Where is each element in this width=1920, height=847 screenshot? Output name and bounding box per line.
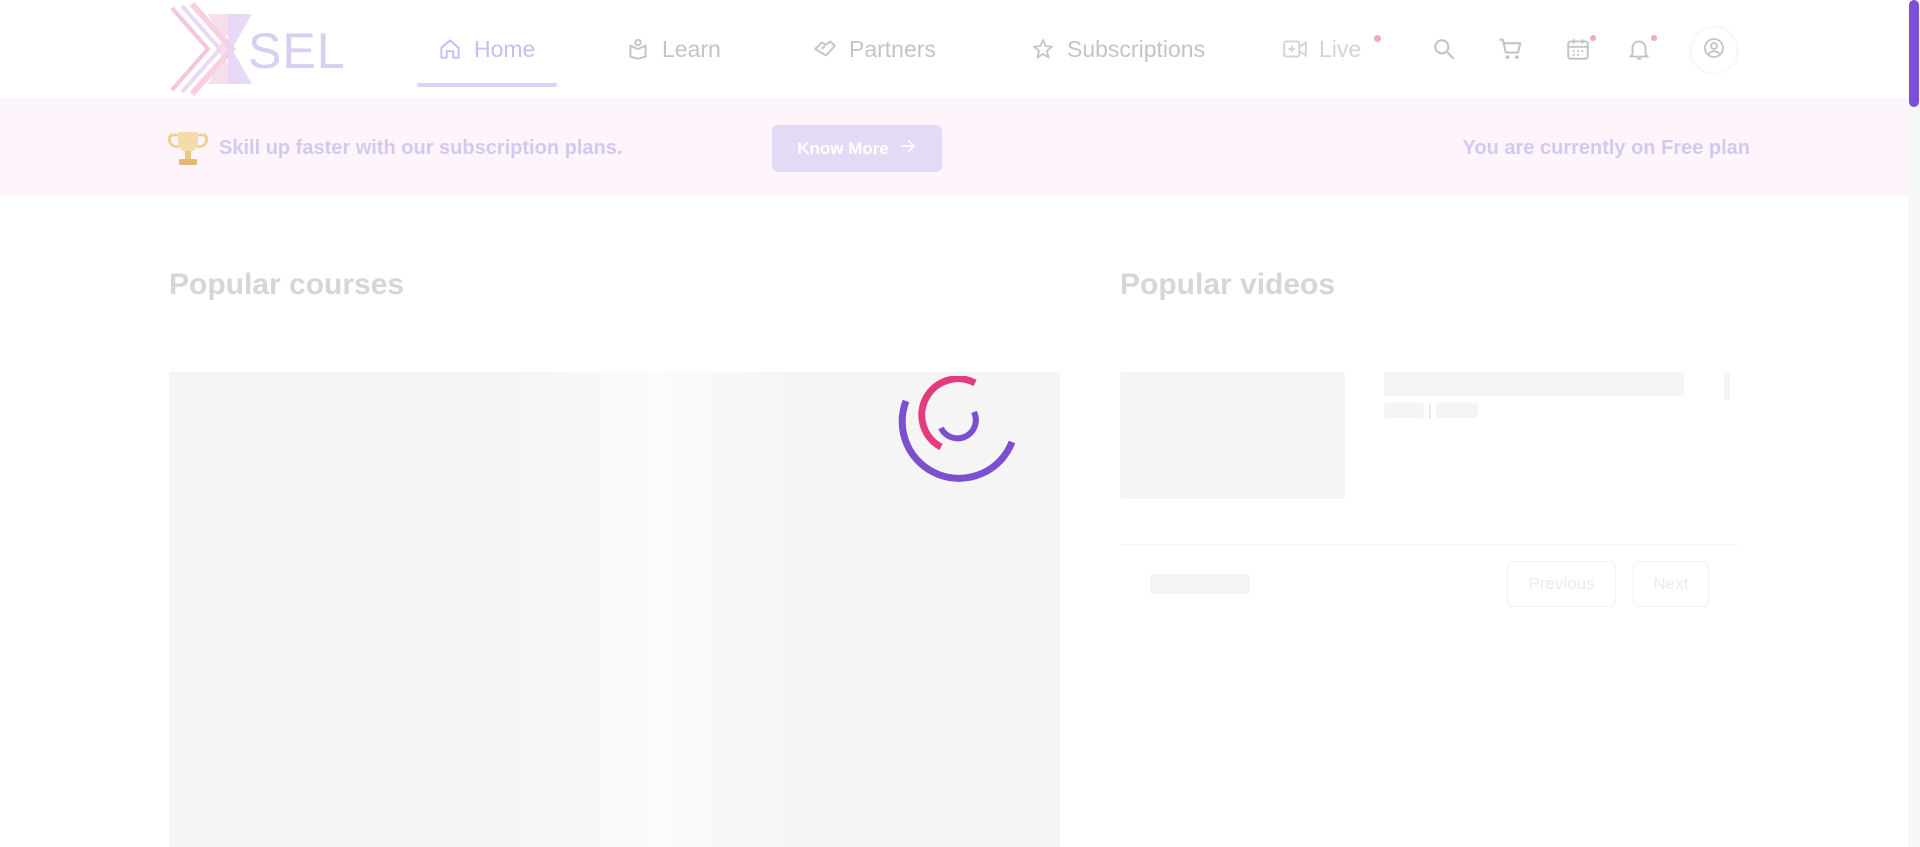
popular-videos-title: Popular videos [1120,268,1336,301]
nav-live[interactable]: Live [1281,0,1361,98]
scrollbar-thumb[interactable] [1909,0,1919,107]
loading-spinner [886,375,1016,491]
star-icon [1029,35,1057,63]
calendar-notification-dot [1590,35,1596,41]
nav-subscriptions[interactable]: Subscriptions [1029,0,1205,98]
know-more-label: Know More [797,138,889,158]
video-meta-skeleton-2 [1436,403,1478,418]
previous-button[interactable]: Previous [1507,561,1616,607]
popular-courses-title: Popular courses [169,268,405,301]
bell-notification-dot [1651,35,1657,41]
bell-icon[interactable] [1624,34,1654,64]
xsel-logo[interactable]: SEL [168,0,348,98]
next-button[interactable]: Next [1633,561,1709,607]
video-thumbnail-skeleton [1120,372,1345,499]
nav-subscriptions-label: Subscriptions [1067,35,1206,62]
video-add-icon [1281,35,1309,63]
learn-icon [624,35,652,63]
cart-icon[interactable] [1496,34,1526,64]
live-indicator-dot [1374,35,1381,42]
video-meta-skeleton [1384,403,1424,418]
handshake-icon [811,35,839,63]
nav-partners[interactable]: Partners [811,0,936,98]
nav-home-label: Home [474,35,536,62]
banner-message: Skill up faster with our subscription pl… [219,137,623,159]
active-nav-indicator [417,83,557,87]
calendar-icon[interactable] [1563,34,1593,64]
pagination-info-skeleton [1150,574,1250,594]
home-icon [436,35,464,63]
know-more-button[interactable]: Know More [772,125,942,172]
nav-learn[interactable]: Learn [624,0,721,98]
nav-live-label: Live [1319,35,1362,62]
search-icon[interactable] [1429,34,1459,64]
vertical-scrollbar[interactable] [1908,0,1920,847]
video-meta-separator [1429,403,1431,419]
videos-divider [1120,544,1738,545]
logo-text: SEL [248,23,346,79]
nav-partners-label: Partners [849,35,936,62]
next-label: Next [1653,574,1689,593]
video-action-skeleton [1724,372,1730,400]
current-plan-status: You are currently on Free plan [1462,137,1750,159]
trophy-icon [167,128,209,170]
page: SEL Home Learn Partners Subscriptions Li… [0,0,1920,847]
video-title-skeleton [1384,372,1684,396]
previous-label: Previous [1528,574,1595,593]
nav-learn-label: Learn [662,35,721,62]
user-avatar[interactable] [1690,26,1738,74]
arrow-right-icon [899,137,917,160]
user-icon [1702,36,1726,65]
top-navbar: SEL Home Learn Partners Subscriptions Li… [0,0,1908,98]
